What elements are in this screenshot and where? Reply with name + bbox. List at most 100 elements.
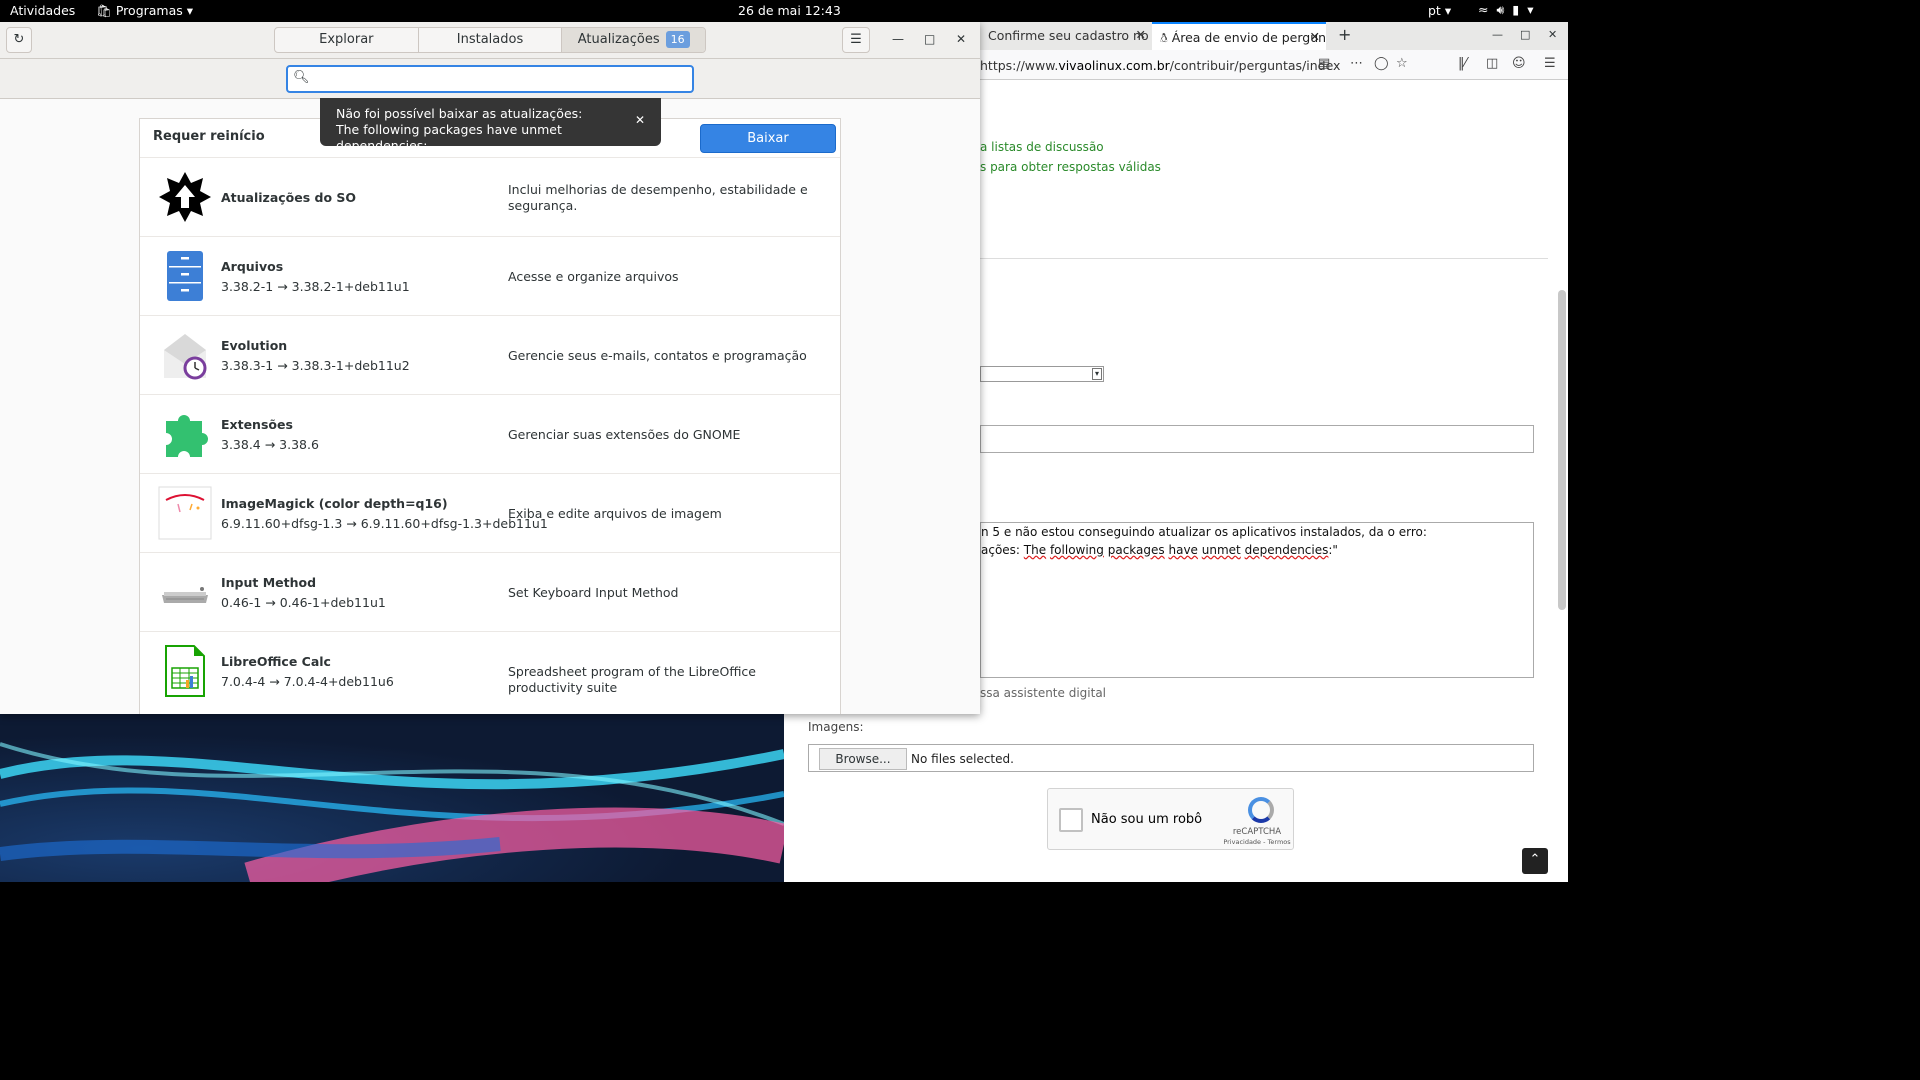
app-name: Input Method — [221, 575, 317, 590]
account-icon[interactable]: ☺ — [1512, 56, 1526, 71]
section-title: Requer reinício — [153, 129, 265, 144]
view-switcher: Explorar Instalados Atualizações 16 — [274, 27, 706, 53]
update-row-input-method[interactable]: Input Method 0.46-1 → 0.46-1+deb11u1 Set… — [140, 552, 840, 631]
close-tab-icon[interactable]: ✕ — [1136, 27, 1146, 42]
file-upload-field: Browse... No files selected. — [808, 744, 1534, 772]
libreoffice-calc-icon — [165, 645, 205, 697]
recaptcha-widget: Não sou um robô reCAPTCHA Privacidade - … — [1047, 788, 1294, 850]
caret-down-icon: ▾ — [186, 3, 194, 18]
misspelled-word: packages — [1107, 543, 1165, 557]
update-row-extensoes[interactable]: Extensões 3.38.4 → 3.38.6 Gerenciar suas… — [140, 394, 840, 473]
page-scrollbar[interactable] — [1558, 290, 1566, 610]
reader-view-icon[interactable]: ▤ — [1318, 56, 1330, 71]
search-input[interactable]: 🔍︎ — [286, 65, 694, 93]
error-line-1: Não foi possível baixar as atualizações: — [336, 106, 583, 121]
misspelled-word: have — [1168, 543, 1198, 557]
search-icon: 🔍︎ — [293, 70, 310, 85]
misspelled-word: The — [1023, 543, 1047, 557]
update-row-os[interactable]: Atualizações do SO Inclui melhorias de d… — [140, 157, 840, 236]
browse-button[interactable]: Browse... — [819, 748, 907, 770]
sidebar-icon[interactable]: ◫ — [1486, 56, 1498, 71]
misspelled-word: dependencies — [1244, 543, 1329, 557]
title-input[interactable] — [980, 425, 1534, 453]
tab-updates[interactable]: Atualizações 16 — [562, 28, 705, 52]
tab-explore[interactable]: Explorar — [275, 28, 419, 52]
menu-button[interactable]: ☰ — [842, 27, 870, 53]
apps-menu[interactable]: 🛍︎ Programas ▾ — [96, 3, 193, 19]
app-description: Exiba e edite arquivos de imagem — [508, 506, 722, 521]
refresh-icon: ↻ — [13, 32, 25, 47]
update-row-evolution[interactable]: Evolution 3.38.3-1 → 3.38.3-1+deb11u2 Ge… — [140, 315, 840, 394]
system-tray[interactable]: ≈ 🔊︎ ▮ ▾ — [1478, 2, 1534, 18]
app-description: Spreadsheet program of the LibreOffice p… — [508, 664, 756, 695]
update-row-imagemagick[interactable]: ImageMagick (color depth=q16) 6.9.11.60+… — [140, 473, 840, 552]
maximize-icon[interactable]: □ — [1520, 28, 1530, 41]
app-name: Arquivos — [221, 259, 284, 274]
update-row-libreoffice-calc[interactable]: LibreOffice Calc 7.0.4-4 → 7.0.4-4+deb11… — [140, 631, 840, 710]
close-window-icon[interactable]: ✕ — [1548, 28, 1557, 41]
library-icon[interactable]: ‖⁄ — [1458, 56, 1467, 71]
language-indicator[interactable]: pt ▾ — [1428, 3, 1451, 18]
top-bar: Atividades 🛍︎ Programas ▾ 26 de mai 12:4… — [0, 0, 1568, 22]
tab-installed[interactable]: Instalados — [419, 28, 563, 52]
captcha-checkbox[interactable] — [1059, 808, 1083, 832]
no-files-text: No files selected. — [911, 752, 1014, 766]
app-description: Set Keyboard Input Method — [508, 585, 679, 600]
apps-menu-label: Programas — [115, 3, 183, 18]
close-window-icon[interactable]: ✕ — [956, 32, 966, 46]
minimize-icon[interactable]: — — [1492, 28, 1503, 41]
url-field[interactable]: https://www.vivaolinux.com.br/contribuir… — [980, 58, 1340, 73]
clock[interactable]: 26 de mai 12:43 — [738, 3, 841, 18]
more-actions-icon[interactable]: ⋯ — [1350, 56, 1363, 71]
browser-tab-perguntas[interactable]: 🐧︎ Área de envio de perguntas ✕ — [1152, 22, 1326, 50]
update-row-arquivos[interactable]: Arquivos 3.38.2-1 → 3.38.2-1+deb11u1 Ace… — [140, 236, 840, 315]
scroll-to-top-button[interactable]: ⌃ — [1522, 848, 1548, 874]
activities-button[interactable]: Atividades — [10, 3, 75, 18]
textarea-text: ações: — [981, 543, 1024, 557]
bag-icon: 🛍︎ — [96, 3, 112, 18]
minimize-icon[interactable]: — — [892, 32, 904, 46]
category-select[interactable]: ▾ — [980, 366, 1104, 382]
maximize-icon[interactable]: □ — [924, 32, 935, 46]
app-version: 7.0.4-4 → 7.0.4-4+deb11u6 — [221, 674, 394, 689]
dropdown-arrow-icon: ▾ — [1092, 368, 1102, 380]
app-name: Extensões — [221, 417, 293, 432]
refresh-button[interactable]: ↻ — [6, 27, 32, 53]
download-button[interactable]: Baixar — [700, 124, 836, 153]
app-name: Evolution — [221, 338, 288, 353]
link-mailing-lists[interactable]: a listas de discussão — [980, 140, 1104, 154]
browser-tab-confirm[interactable]: Confirme seu cadastro no ✕ — [980, 22, 1152, 50]
recaptcha-terms-link[interactable]: Privacidade - Termos — [1222, 838, 1292, 846]
updates-count-badge: 16 — [665, 31, 690, 48]
browser-tab-strip: Confirme seu cadastro no ✕ 🐧︎ Área de en… — [980, 22, 1568, 50]
question-textarea[interactable]: n 5 e não estou conseguindo atualizar os… — [980, 522, 1534, 678]
app-version: 3.38.3-1 → 3.38.3-1+deb11u2 — [221, 358, 410, 373]
bookmark-star-icon[interactable]: ☆ — [1396, 56, 1408, 71]
app-version: 3.38.2-1 → 3.38.2-1+deb11u1 — [221, 279, 410, 294]
misspelled-word: unmet — [1201, 543, 1241, 557]
close-tab-icon[interactable]: ✕ — [1310, 29, 1320, 44]
recaptcha-logo-icon — [1248, 797, 1274, 823]
app-name: ImageMagick (color depth=q16) — [221, 496, 448, 511]
wallpaper-art — [0, 742, 784, 882]
hamburger-menu-icon[interactable]: ☰ — [1544, 56, 1556, 71]
evolution-mail-icon — [164, 334, 207, 380]
close-notification-icon[interactable]: ✕ — [635, 112, 645, 128]
os-update-icon — [159, 172, 211, 222]
caret-down-icon: ▾ — [1527, 2, 1534, 17]
tab-label: Atualizações — [577, 32, 660, 47]
keyboard-icon — [162, 587, 208, 603]
tab-label: Instalados — [456, 32, 524, 47]
app-version: 0.46-1 → 0.46-1+deb11u1 — [221, 595, 386, 610]
new-tab-icon[interactable]: + — [1338, 25, 1351, 44]
desktop-wallpaper — [0, 714, 784, 882]
search-bar: 🔍︎ — [0, 59, 980, 99]
updates-list: Requer reinício Baixar Atualizações do S… — [139, 118, 841, 714]
chevron-up-icon: ⌃ — [1529, 852, 1541, 867]
app-version: 3.38.4 → 3.38.6 — [221, 437, 319, 452]
link-valid-answers[interactable]: s para obter respostas válidas — [980, 160, 1161, 174]
tab-title: Confirme seu cadastro no — [988, 28, 1149, 43]
pocket-icon[interactable]: ◯ — [1374, 56, 1389, 71]
battery-icon: ▮ — [1512, 2, 1520, 17]
app-version: 6.9.11.60+dfsg-1.3 → 6.9.11.60+dfsg-1.3+… — [221, 516, 548, 531]
